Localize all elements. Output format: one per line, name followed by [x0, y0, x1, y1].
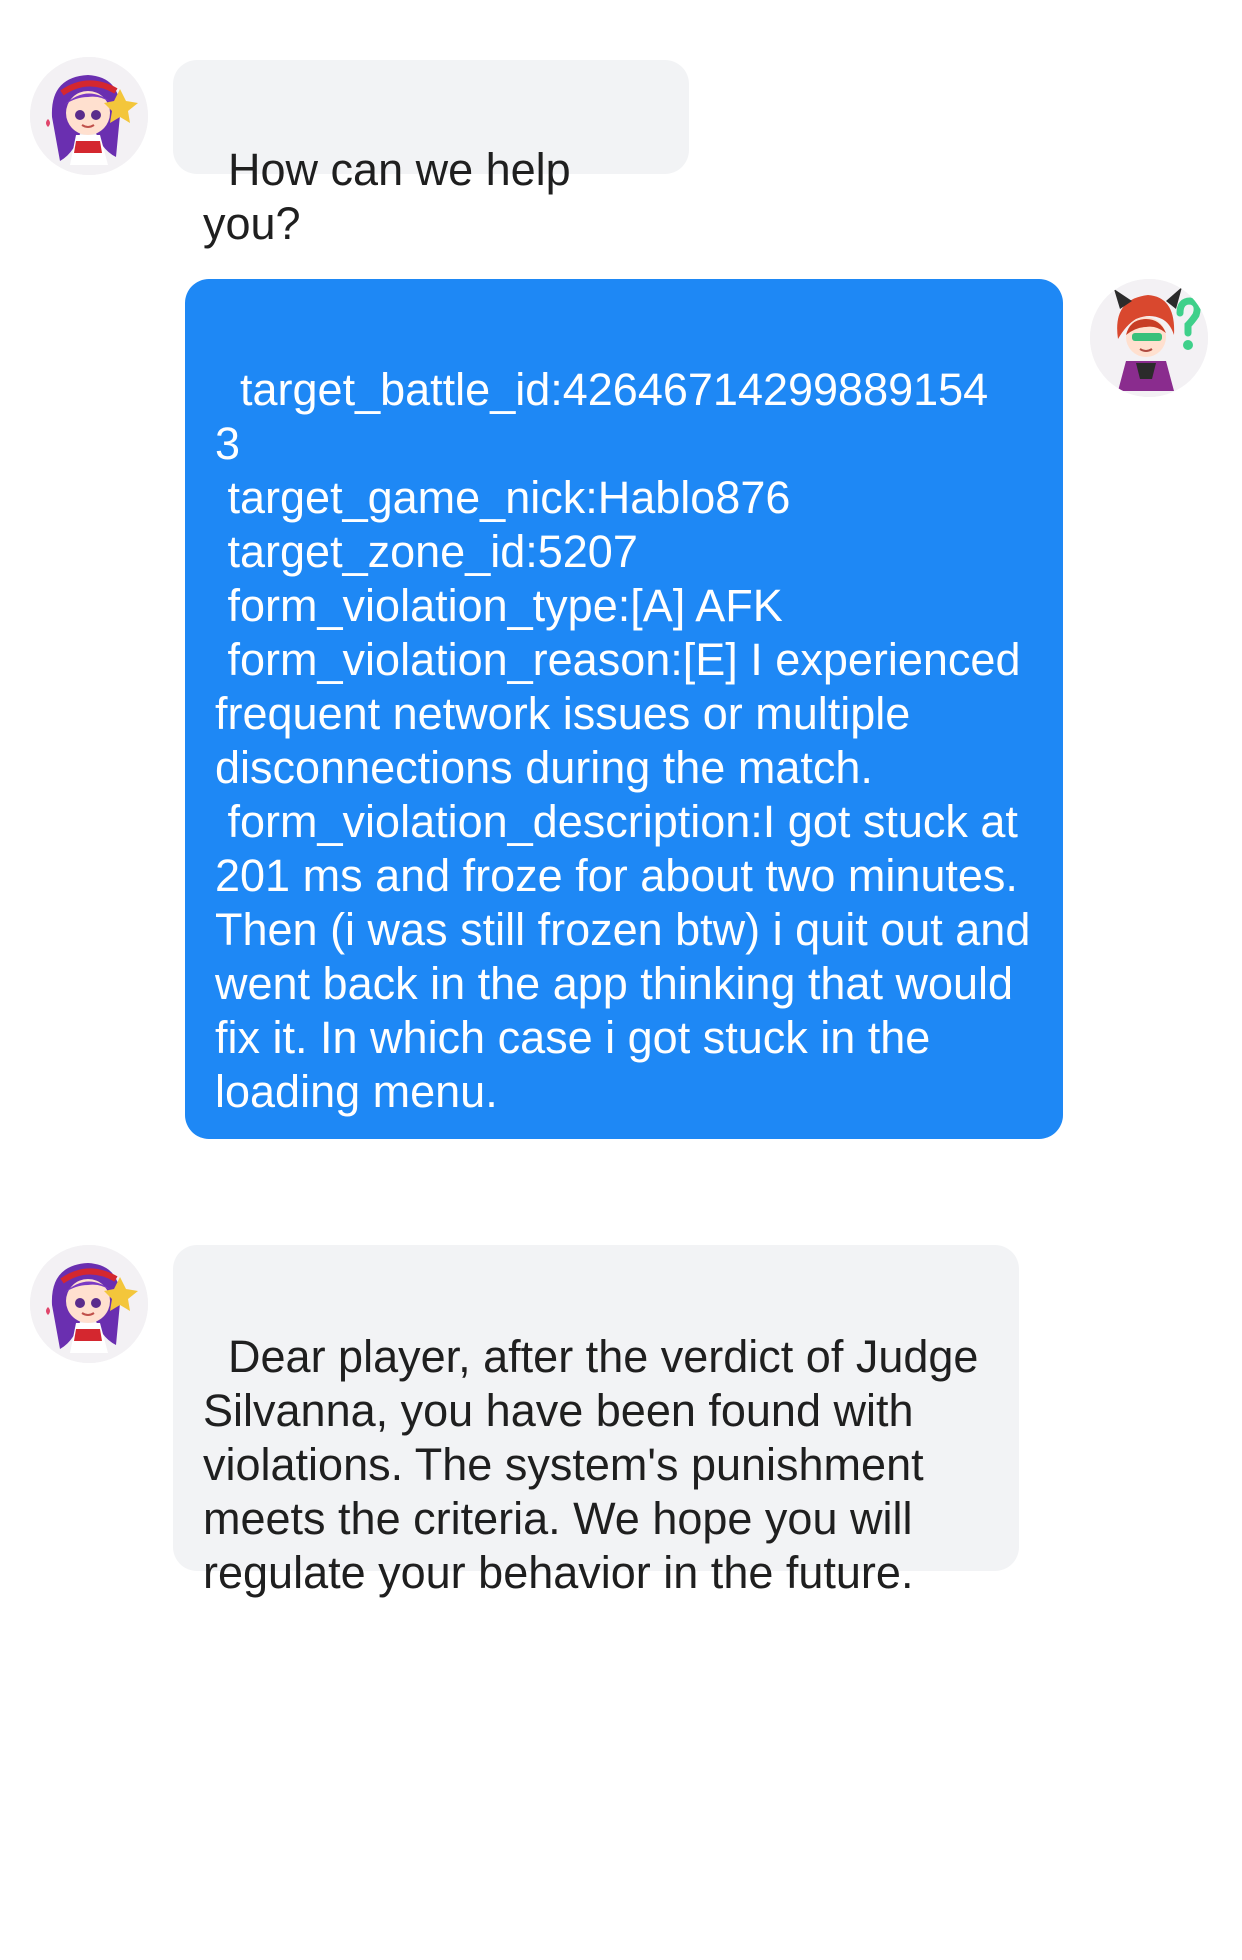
message-text: How can we help you?	[203, 144, 584, 249]
support-agent-avatar-icon	[30, 57, 148, 175]
support-agent-avatar[interactable]	[30, 57, 148, 175]
player-message-bubble: target_battle_id:42646714299889154 3 tar…	[185, 279, 1063, 1139]
player-avatar-icon	[1090, 279, 1208, 397]
support-message-bubble: Dear player, after the verdict of Judge …	[173, 1245, 1019, 1598]
support-agent-avatar-icon	[30, 1245, 148, 1363]
message-text: Dear player, after the verdict of Judge …	[203, 1331, 991, 1598]
support-agent-avatar[interactable]	[30, 1245, 148, 1363]
message-text: target_battle_id:42646714299889154 3 tar…	[215, 364, 1031, 1117]
player-avatar[interactable]	[1090, 279, 1208, 397]
support-message-bubble: How can we help you?	[173, 60, 689, 249]
